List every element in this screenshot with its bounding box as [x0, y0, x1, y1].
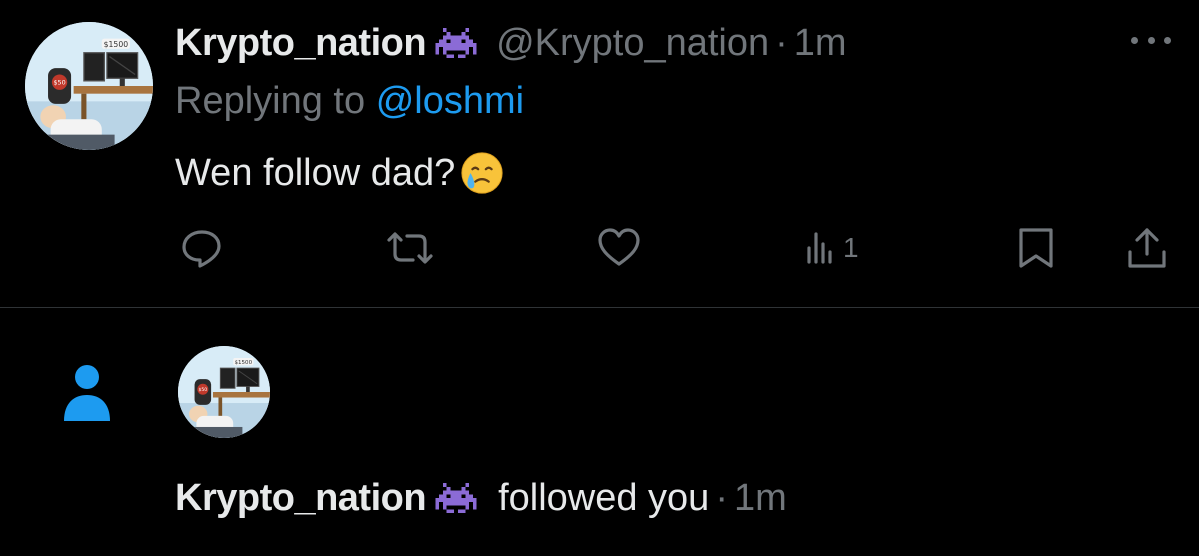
replying-to-handle-link[interactable]: @loshmi	[376, 80, 524, 122]
avatar-chair-label: $50	[198, 387, 207, 393]
person-icon	[62, 363, 112, 425]
bookmark-button[interactable]	[1015, 226, 1057, 270]
separator-dot: ·	[775, 21, 788, 64]
follow-notification[interactable]: $1500 $50 Krypto_nation followed you · 1…	[0, 308, 1199, 556]
share-button[interactable]	[1125, 226, 1169, 270]
tweet-actions-bar: 1	[0, 226, 1199, 270]
retweet-icon	[387, 232, 433, 264]
follow-line: Krypto_nation followed you · 1m	[175, 473, 787, 523]
like-button[interactable]	[596, 226, 642, 270]
views-count: 1	[843, 232, 859, 263]
tweet-timestamp[interactable]: 1m	[794, 22, 847, 65]
replying-to-line: Replying to @loshmi	[175, 80, 524, 123]
face-holding-back-tears-emoji	[459, 150, 505, 196]
heart-icon	[598, 228, 640, 266]
more-options-icon[interactable]	[1131, 30, 1171, 50]
avatar-price-label: $1500	[235, 360, 253, 366]
reply-button[interactable]	[179, 226, 225, 270]
tweet-body: Wen follow dad?	[175, 150, 505, 196]
tweet-text: Wen follow dad?	[175, 151, 456, 194]
tweet-header: Krypto_nation @Krypto_nation · 1m	[175, 18, 847, 68]
followed-you-text: followed you	[498, 476, 710, 519]
tweet[interactable]: $1500 $50 Krypto_nation @Krypto_nation ·…	[0, 0, 1199, 308]
avatar-chair-label: $50	[53, 79, 65, 87]
follower-avatar[interactable]: $1500 $50	[178, 346, 270, 438]
desk-setup-avatar-image: $1500 $50	[25, 22, 153, 150]
follower-display-name[interactable]: Krypto_nation	[175, 477, 427, 520]
desk-setup-avatar-image: $1500 $50	[178, 346, 270, 438]
views-button[interactable]: 1	[805, 226, 859, 270]
retweet-button[interactable]	[383, 226, 437, 270]
bookmark-icon	[1019, 228, 1053, 268]
reply-icon	[182, 230, 221, 268]
separator-dot: ·	[715, 476, 728, 519]
views-chart-icon	[807, 232, 832, 264]
tweet-author-avatar[interactable]: $1500 $50	[25, 22, 153, 150]
share-icon	[1128, 228, 1166, 268]
author-display-name[interactable]: Krypto_nation	[175, 22, 427, 65]
replying-to-label: Replying to	[175, 80, 366, 122]
space-invader-icon	[432, 483, 480, 513]
avatar-price-label: $1500	[104, 40, 129, 49]
notification-timestamp: 1m	[733, 476, 787, 519]
author-handle[interactable]: @Krypto_nation	[496, 22, 769, 65]
space-invader-icon	[432, 28, 480, 58]
